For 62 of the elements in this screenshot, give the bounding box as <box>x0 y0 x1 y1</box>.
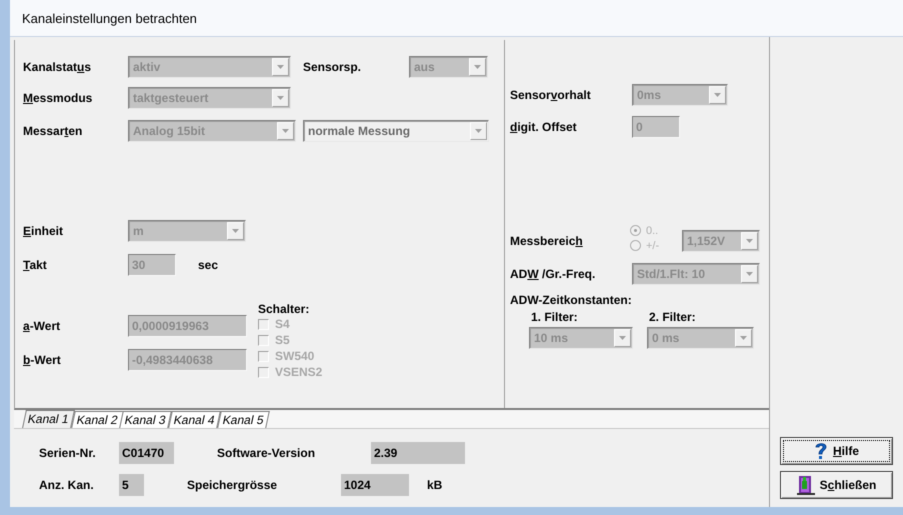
info-value: C01470 <box>119 442 174 464</box>
checkbox-label: S5 <box>275 333 290 347</box>
help-button[interactable]: Hilfe <box>780 437 893 465</box>
group-title: Schalter: <box>258 302 310 316</box>
field-label: Messbereich <box>510 234 584 248</box>
caret-icon <box>474 65 481 69</box>
unit-label: sec <box>198 258 218 272</box>
info-value: 2.39 <box>371 442 465 464</box>
checkbox-label: SW540 <box>275 349 314 363</box>
dropdown[interactable]: normale Messung <box>303 120 489 142</box>
caret-icon <box>277 96 284 100</box>
question-mark-icon <box>814 442 828 460</box>
field-label: digit. Offset <box>510 120 578 134</box>
tab[interactable]: Kanal 5 <box>217 411 270 428</box>
checkbox[interactable] <box>258 318 269 330</box>
info-label: Speichergrösse <box>187 478 278 492</box>
close-button[interactable]: Schließen <box>780 471 893 499</box>
tab[interactable]: Kanal 2 <box>70 411 124 428</box>
caret-icon <box>714 93 721 97</box>
text-field[interactable]: 0 <box>632 116 680 138</box>
field-label: Messarten <box>23 124 84 138</box>
info-value: 5 <box>119 474 144 496</box>
filter-label: 1. Filter: <box>530 310 579 324</box>
caret-icon <box>475 129 482 133</box>
field-label: Sensorvorhalt <box>510 88 592 102</box>
caret-icon <box>282 129 289 133</box>
door-icon <box>796 475 815 495</box>
radio-label: 0.. <box>646 224 658 236</box>
text-field[interactable]: -0,4983440638 <box>128 349 247 371</box>
caret-icon <box>740 336 747 340</box>
checkbox-label: S4 <box>275 317 290 331</box>
info-label: Serien-Nr. <box>39 446 97 460</box>
field-label: a-Wert <box>23 319 62 333</box>
caret-icon <box>746 272 753 276</box>
caret-icon <box>277 65 284 69</box>
field-label: Einheit <box>23 224 64 238</box>
caret-icon <box>746 239 753 243</box>
checkbox[interactable] <box>258 366 269 378</box>
checkbox-label: VSENS2 <box>275 365 322 379</box>
text-field[interactable]: 0,0000919963 <box>128 315 247 337</box>
caret-icon <box>232 229 239 233</box>
unit-label: kB <box>427 478 442 492</box>
checkbox[interactable] <box>258 334 269 346</box>
info-label: Anz. Kan. <box>39 478 95 492</box>
radio-label: +/- <box>646 240 660 252</box>
checkbox[interactable] <box>258 350 269 362</box>
field-label: Takt <box>23 258 48 272</box>
filter-label: 2. Filter: <box>648 310 697 324</box>
field-label: ADW /Gr.-Freq. <box>510 267 596 281</box>
info-value: 1024 <box>341 474 409 496</box>
tab[interactable]: Kanal 4 <box>168 411 221 428</box>
caret-icon <box>619 336 626 340</box>
group-title: ADW-Zeitkonstanten: <box>510 293 633 307</box>
field-label: b-Wert <box>23 353 62 367</box>
text-field[interactable]: 30 <box>128 254 176 276</box>
window-title: Kanaleinstellungen betrachten <box>22 10 197 26</box>
field-label: Messmodus <box>23 91 94 105</box>
field-label: Sensorsp. <box>303 60 362 74</box>
tab[interactable]: Kanal 1 <box>22 410 75 428</box>
field-label: Kanalstatus <box>23 60 92 74</box>
tab[interactable]: Kanal 3 <box>120 411 172 428</box>
info-label: Software-Version <box>217 446 316 460</box>
